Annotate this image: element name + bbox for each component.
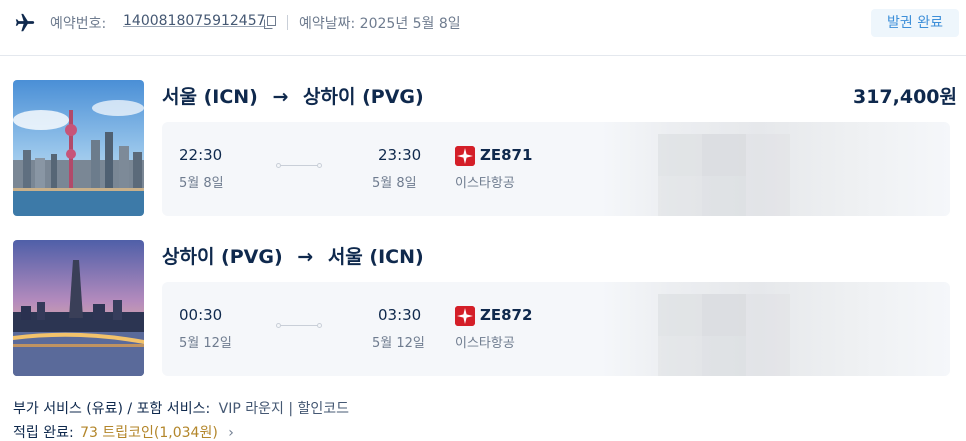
route-arrow: → [297,246,314,268]
destination-thumbnail-seoul [13,240,144,376]
services-value: VIP 라운지 | 할인코드 [218,401,350,417]
route-connector [276,323,322,329]
plane-icon [15,13,35,32]
header-divider [287,15,288,30]
airline-name: 이스타항공 [455,336,515,351]
booking-number-label: 예약번호: [50,16,107,32]
redacted-area [602,282,950,376]
airline-logo-icon [455,146,475,166]
status-badge: 발권 완료 [871,9,959,37]
copy-icon[interactable] [264,16,276,29]
departure-time: 22:30 [179,146,223,164]
trip-price: 317,400원 [852,86,957,108]
airline-name: 이스타항공 [455,176,515,191]
redacted-area [602,122,950,216]
route-title: 상하이 (PVG) → 서울 (ICN) [162,242,424,269]
departure-date: 5월 12일 [179,336,232,351]
arrival-time: 03:30 [378,306,422,324]
flight-number: ZE872 [480,306,533,324]
arrival-time: 23:30 [378,146,422,164]
route-connector [276,163,322,169]
services-label: 부가 서비스 (유료) / 포함 서비스: [13,401,211,417]
points-value[interactable]: 73 트립코인(1,034원) [80,425,218,441]
flight-segment-card: 00:30 5월 12일 03:30 5월 12일 ZE872 이스타항공 [162,282,950,376]
destination-city: 상하이 (PVG) [303,86,424,108]
booking-header: 예약번호: 1400818075912457 예약날짜: 2025년 5월 8일… [0,0,966,56]
points-label: 적립 완료: [13,425,74,441]
chevron-right-icon[interactable]: › [228,425,234,441]
arrival-date: 5월 12일 [372,336,425,351]
origin-city: 서울 (ICN) [162,86,258,108]
flight-number: ZE871 [480,146,533,164]
airline-logo-icon [455,306,475,326]
booking-date: 예약날짜: 2025년 5월 8일 [299,16,461,32]
flight-segment-card: 22:30 5월 8일 23:30 5월 8일 ZE871 이스타항공 [162,122,950,216]
destination-thumbnail-shanghai [13,80,144,216]
departure-time: 00:30 [179,306,223,324]
origin-city: 상하이 (PVG) [162,246,283,268]
services-row: 부가 서비스 (유료) / 포함 서비스: VIP 라운지 | 할인코드 [13,398,349,418]
departure-date: 5월 8일 [179,176,224,191]
route-title: 서울 (ICN) → 상하이 (PVG) [162,82,424,109]
destination-city: 서울 (ICN) [327,246,424,268]
arrival-date: 5월 8일 [372,176,417,191]
booking-number[interactable]: 1400818075912457 [123,13,266,29]
points-row[interactable]: 적립 완료: 73 트립코인(1,034원) › [13,422,234,441]
route-arrow: → [272,86,289,108]
